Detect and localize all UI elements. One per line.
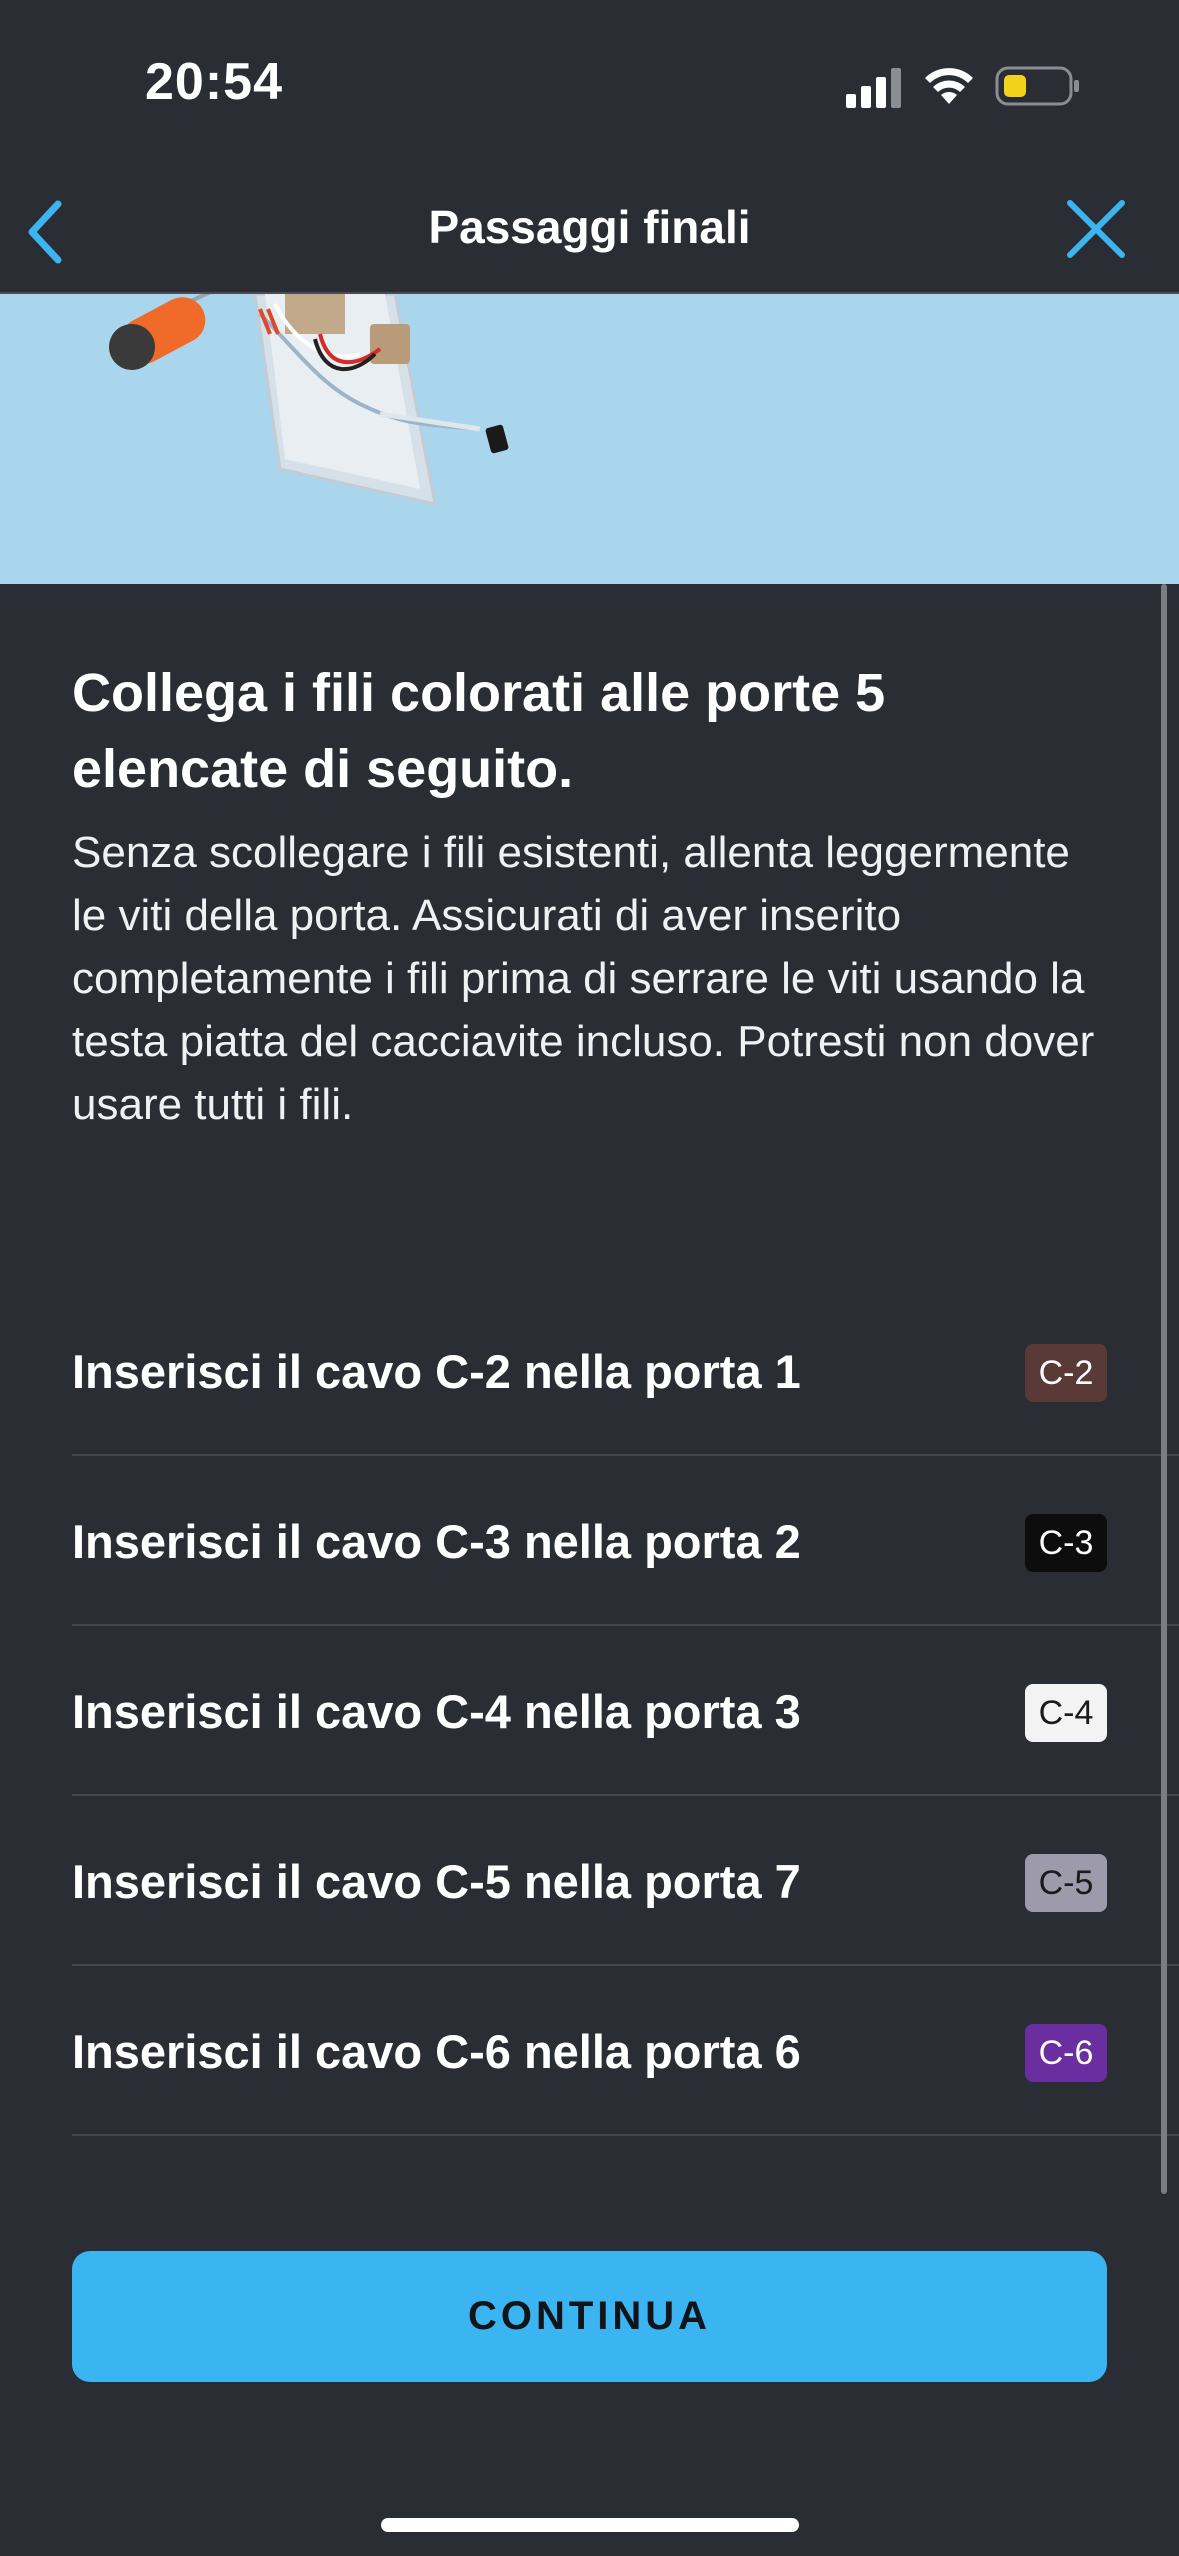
navigation-bar: Passaggi finali	[0, 170, 1179, 294]
wire-list: Inserisci il cavo C-2 nella porta 1 C-2 …	[72, 1286, 1179, 2136]
page-title: Passaggi finali	[428, 201, 751, 253]
list-item: Inserisci il cavo C-6 nella porta 6 C-6	[72, 1966, 1179, 2136]
cellular-signal-icon	[846, 68, 901, 108]
wifi-icon	[925, 68, 973, 104]
continue-button[interactable]: CONTINUA	[72, 2251, 1107, 2382]
wire-badge: C-3	[1025, 1514, 1107, 1572]
wire-badge: C-2	[1025, 1344, 1107, 1402]
list-item: Inserisci il cavo C-4 nella porta 3 C-4	[72, 1626, 1179, 1796]
list-item: Inserisci il cavo C-5 nella porta 7 C-5	[72, 1796, 1179, 1966]
status-bar: 20:54	[0, 0, 1179, 170]
instructions-description: Senza scollegare i fili esistenti, allen…	[72, 828, 1095, 1129]
wire-instruction: Inserisci il cavo C-5 nella porta 7	[72, 1855, 801, 1908]
wire-badge: C-5	[1025, 1854, 1107, 1912]
wire-badge: C-6	[1025, 2024, 1107, 2082]
wire-badge: C-4	[1025, 1684, 1107, 1742]
battery-icon	[995, 66, 1079, 106]
scrollbar[interactable]	[1161, 584, 1167, 2194]
list-item: Inserisci il cavo C-2 nella porta 1 C-2	[72, 1286, 1179, 1456]
close-button[interactable]	[1064, 197, 1128, 261]
wire-instruction: Inserisci il cavo C-4 nella porta 3	[72, 1685, 801, 1738]
instructions-heading: Collega i fili colorati alle porte 5 ele…	[72, 663, 886, 799]
wiring-illustration	[0, 294, 1179, 584]
wire-instruction: Inserisci il cavo C-2 nella porta 1	[72, 1345, 801, 1398]
wire-instruction: Inserisci il cavo C-3 nella porta 2	[72, 1515, 801, 1568]
home-indicator[interactable]	[381, 2518, 799, 2532]
list-item: Inserisci il cavo C-3 nella porta 2 C-3	[72, 1456, 1179, 1626]
thermostat-wiring-image	[108, 294, 509, 506]
status-time: 20:54	[145, 53, 283, 111]
wire-instruction: Inserisci il cavo C-6 nella porta 6	[72, 2025, 801, 2078]
instructions-section: Collega i fili colorati alle porte 5 ele…	[72, 655, 1107, 1136]
